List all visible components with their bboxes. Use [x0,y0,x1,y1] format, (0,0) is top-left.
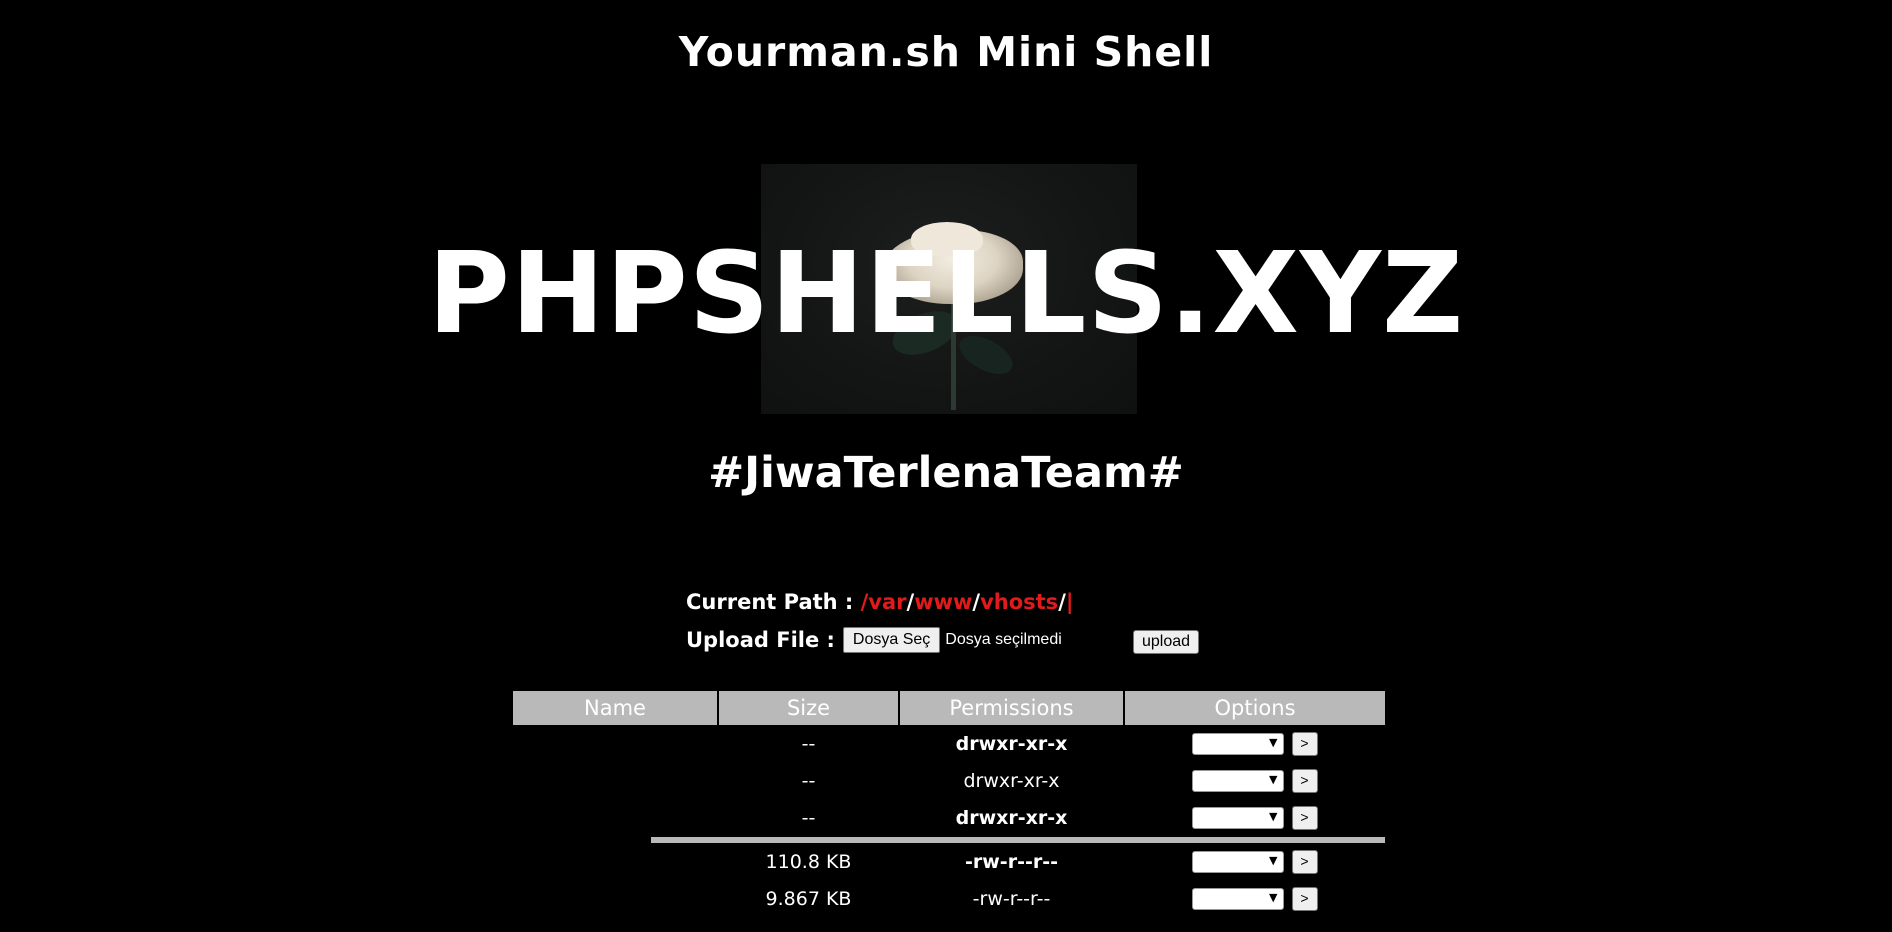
column-header-permissions: Permissions [899,691,1125,725]
column-header-options: Options [1124,691,1385,725]
action-select[interactable]: ▼ [1191,769,1284,792]
shell-title: Yourman.sh Mini Shell [678,28,1214,76]
action-select[interactable]: ▼ [1191,806,1284,829]
action-select[interactable]: ▼ [1191,850,1284,873]
file-options: ▼ > [1124,762,1385,799]
path-segment-www[interactable]: www [914,590,972,614]
file-permissions[interactable]: drwxr-xr-x [899,725,1124,762]
file-options: ▼ > [1124,725,1385,762]
chevron-down-icon: ▼ [1269,809,1278,823]
chevron-down-icon: ▼ [1269,853,1278,867]
table-header-row: Name Size Permissions Options [513,691,1385,725]
column-header-name: Name [513,691,719,725]
file-size: 110.8 KB [765,850,852,873]
file-size: 9.867 KB [765,887,852,910]
table-separator-row [513,836,1385,843]
file-permissions[interactable]: drwxr-xr-x [899,762,1124,799]
file-options: ▼ > [1124,880,1385,917]
banner-overlay-text: PHPSHELLS.XYZ [427,229,1465,359]
file-options: ▼ > [1124,799,1385,836]
column-header-size: Size [718,691,900,725]
file-size: -- [801,806,816,829]
team-tag: #JiwaTerlenaTeam# [708,448,1184,498]
file-name[interactable] [513,843,718,880]
action-select[interactable]: ▼ [1191,732,1284,755]
separator [513,836,1385,843]
chevron-down-icon: ▼ [1269,772,1278,786]
go-button[interactable]: > [1291,886,1318,911]
file-size: -- [801,732,816,755]
current-path: Current Path : /var/www/vhosts/| [686,590,1074,614]
separator-bar [651,836,1385,843]
path-segment-var[interactable]: /var [861,590,907,614]
file-permissions[interactable]: -rw-r--r-- [899,880,1124,917]
chevron-down-icon: ▼ [1269,735,1278,749]
table-row: -- drwxr-xr-x ▼ > [513,725,1385,762]
go-button[interactable]: > [1291,731,1318,756]
table-row: 110.8 KB -rw-r--r-- ▼ > [513,843,1385,880]
go-button[interactable]: > [1291,849,1318,874]
file-name[interactable] [513,880,718,917]
table-row: 9.867 KB -rw-r--r-- ▼ > [513,880,1385,917]
choose-file-button[interactable]: Dosya Seç [842,627,941,653]
file-name[interactable] [513,762,718,799]
no-file-chosen-text: Dosya seçilmedi [945,631,1062,648]
file-name[interactable] [513,799,718,836]
path-separator: / [972,590,981,614]
path-separator: / [1058,590,1066,614]
file-permissions[interactable]: -rw-r--r-- [899,843,1124,880]
upload-label: Upload File : [686,628,835,652]
file-size: -- [801,769,816,792]
go-button[interactable]: > [1291,768,1318,793]
upload-button[interactable]: upload [1133,630,1200,654]
upload-row: Upload File : Dosya Seç Dosya seçilmedi [686,627,1062,653]
file-permissions[interactable]: drwxr-xr-x [899,799,1124,836]
table-row: -- drwxr-xr-x ▼ > [513,799,1385,836]
file-table: Name Size Permissions Options -- drwxr-x… [513,691,1385,917]
table-row: -- drwxr-xr-x ▼ > [513,762,1385,799]
action-select[interactable]: ▼ [1191,887,1284,910]
path-segment-current[interactable]: | [1066,590,1074,614]
go-button[interactable]: > [1291,805,1318,830]
file-options: ▼ > [1124,843,1385,880]
chevron-down-icon: ▼ [1269,890,1278,904]
current-path-label: Current Path : [686,590,854,614]
page: Yourman.sh Mini Shell PHPSHELLS.XYZ #Jiw… [0,0,1892,932]
file-name[interactable] [513,725,718,762]
path-segment-vhosts[interactable]: vhosts [980,590,1058,614]
